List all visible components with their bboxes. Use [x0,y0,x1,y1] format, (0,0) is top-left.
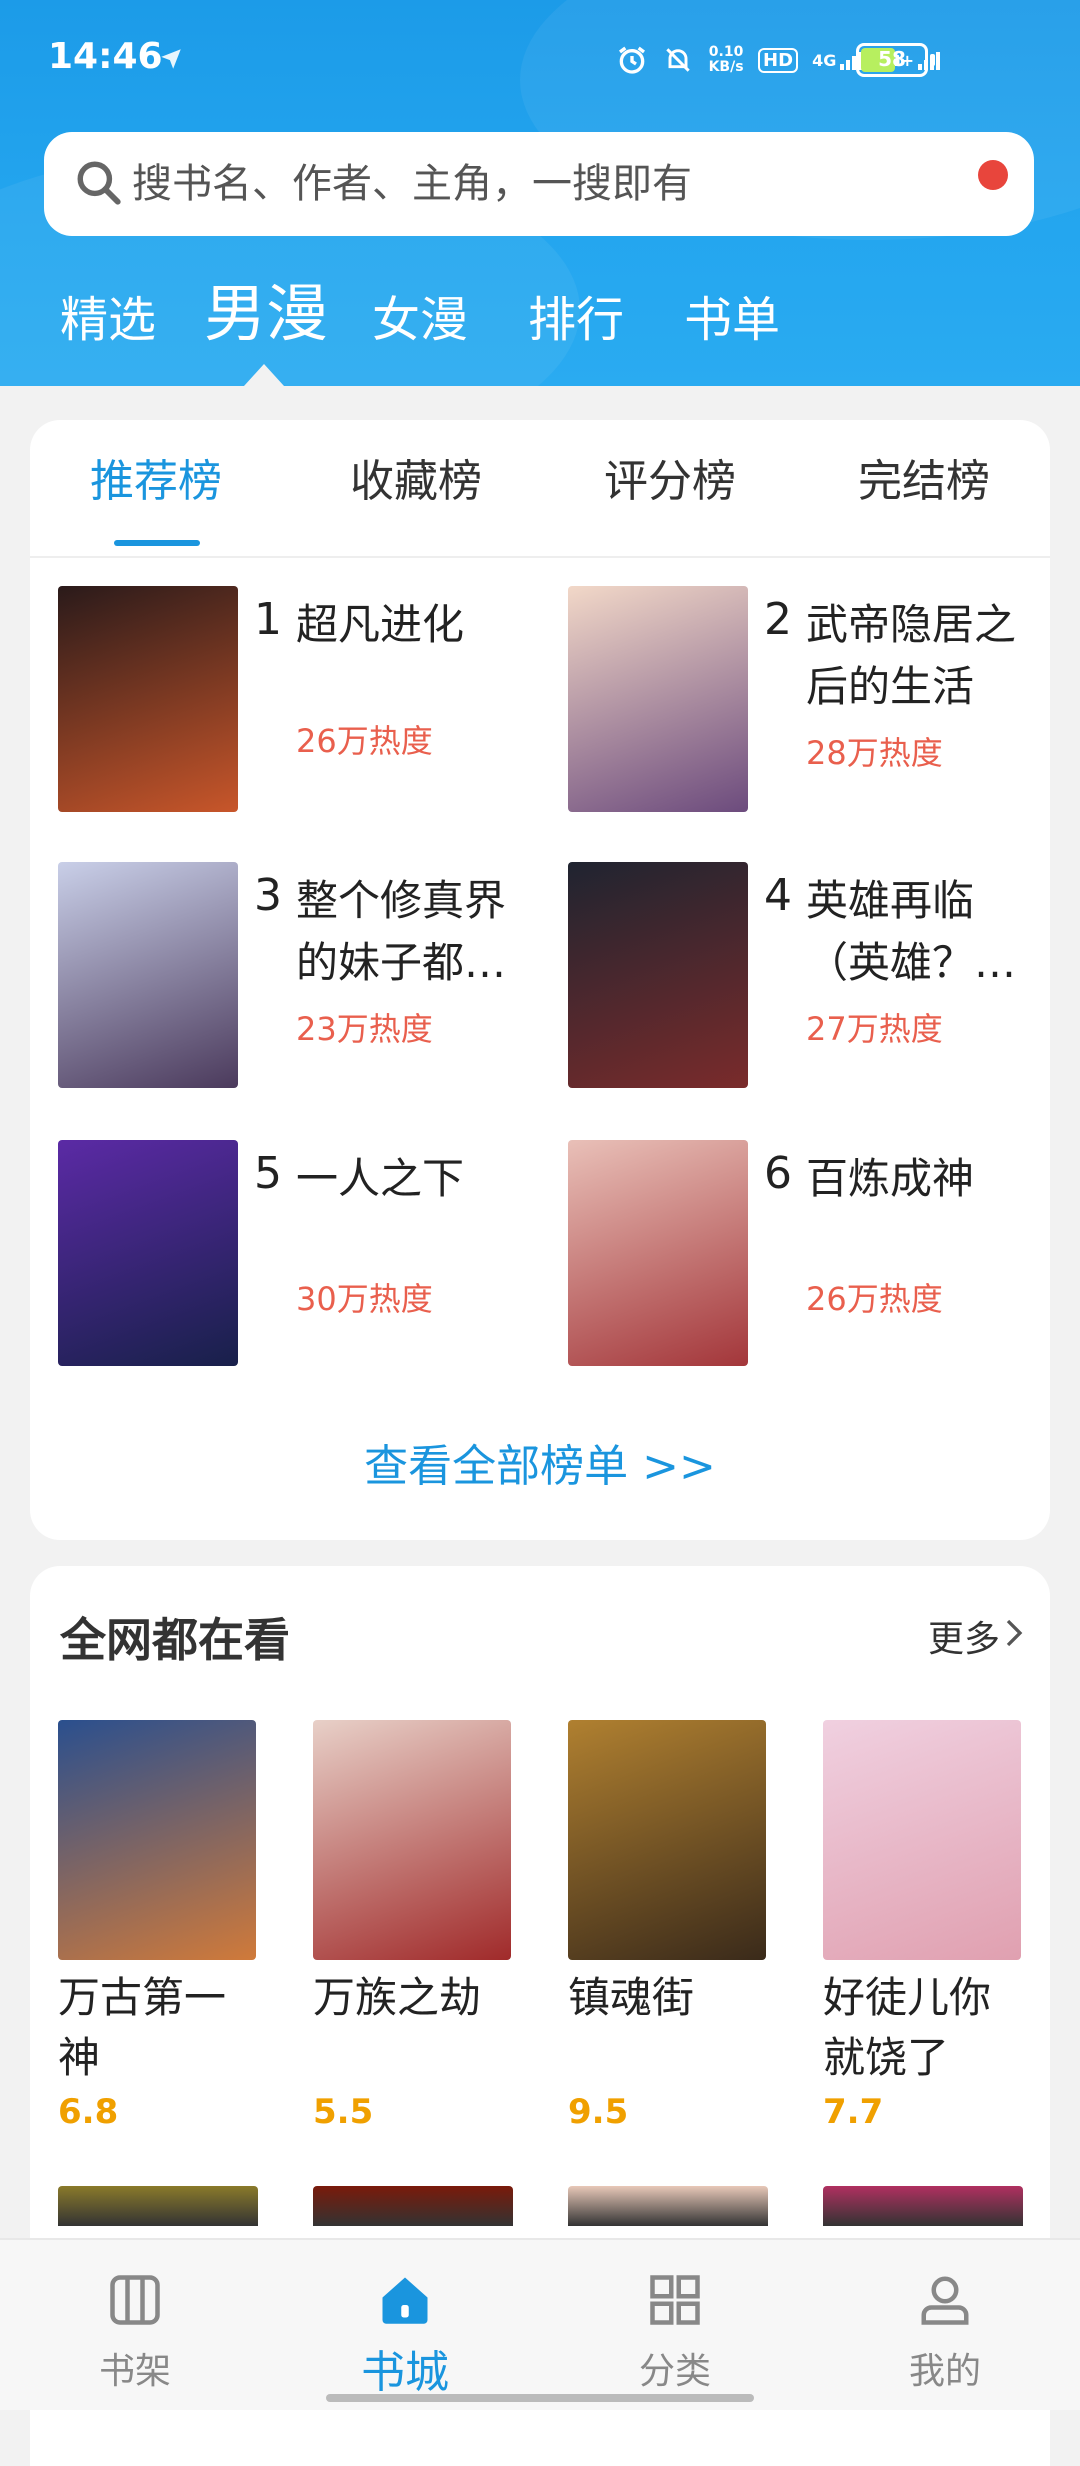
rank-number: 5 [254,1148,282,1199]
status-bar: 14:46 0.10 KB/s HD 4G 4G+ 58 [0,0,1080,120]
nav-bookshelf[interactable]: 书架 [0,2240,270,2410]
tab-female-comics[interactable]: 女漫 [372,280,468,360]
book-title: 整个修真界的妹子都… [296,876,507,987]
rank-number: 2 [764,594,792,645]
book-cover [823,1720,1021,1960]
more-link[interactable]: 更多 [928,1610,1000,1662]
nav-label: 书架 [98,2351,171,2392]
home-indicator [326,2394,754,2402]
rank-item[interactable]: 4 英雄再临（英雄？… 27万热度 [568,862,1048,1088]
book-cover [568,1720,766,1960]
nav-profile[interactable]: 我的 [810,2240,1080,2410]
net-speed: 0.10 KB/s [708,44,744,75]
rank-number: 3 [254,870,282,921]
book-cover-partial[interactable] [58,2186,258,2226]
book-heat: 23万热度 [296,1010,433,1048]
tab-underline [114,540,200,546]
rank-item[interactable]: 6 百炼成神 26万热度 [568,1140,1048,1366]
nav-category[interactable]: 分类 [540,2240,810,2410]
book-score: 9.5 [568,2092,629,2132]
book-card[interactable]: 万古第一神 6.8 [58,1720,258,2132]
book-title: 百炼成神 [806,1154,975,1203]
tab-male-comics[interactable]: 男漫 [204,274,328,354]
tab-score-rank[interactable]: 评分榜 [604,450,736,514]
book-score: 5.5 [313,2092,374,2132]
rank-number: 6 [764,1148,792,1199]
book-cover [568,862,748,1088]
notification-dot [978,160,1008,190]
book-title: 万族之劫 [313,1973,482,2022]
signal-label: 4G [812,50,837,70]
tab-featured[interactable]: 精选 [60,280,156,360]
ranking-tabs: 推荐榜 收藏榜 评分榜 完结榜 [30,420,1050,558]
rank-item[interactable]: 2 武帝隐居之后的生活 28万热度 [568,586,1048,812]
book-card[interactable]: 镇魂街 9.5 [568,1720,768,2132]
tab-booklist[interactable]: 书单 [684,280,780,360]
book-title: 超凡进化 [296,600,465,649]
book-cover [568,586,748,812]
top-tabs: 精选 男漫 女漫 排行 书单 [0,277,1080,360]
book-heat: 26万热度 [806,1280,943,1318]
tab-ranking[interactable]: 排行 [528,280,624,360]
bookshelf-icon [110,2275,160,2325]
book-heat: 26万热度 [296,722,433,760]
view-all-rankings-link[interactable]: 查看全部榜单 >> [30,1430,1050,1494]
header: 14:46 0.10 KB/s HD 4G 4G+ 58 搜书名、作者、主角，一… [0,0,1080,386]
tab-completed-rank[interactable]: 完结榜 [858,450,990,514]
battery-level: 58 [878,47,906,71]
book-card[interactable]: 好徒儿你就饶了为… 7.7 [823,1720,1023,2132]
book-cover [58,1720,256,1960]
section-title: 全网都在看 [60,1613,290,1667]
nav-label: 书城 [361,2347,449,2398]
profile-icon [921,2276,969,2325]
home-icon [382,2277,428,2324]
chevron-right-icon[interactable] [1004,1618,1024,1648]
book-title: 武帝隐居之后的生活 [806,600,1017,711]
rank-number: 4 [764,870,792,921]
rank-item[interactable]: 5 一人之下 30万热度 [58,1140,538,1366]
nav-bookstore[interactable]: 书城 [270,2240,540,2410]
tab-recommend-rank[interactable]: 推荐榜 [90,450,222,514]
book-cover-partial[interactable] [313,2186,513,2226]
rank-item[interactable]: 1 超凡进化 26万热度 [58,586,538,812]
book-title: 一人之下 [296,1154,465,1203]
book-heat: 27万热度 [806,1010,943,1048]
battery-icon: 58 [856,43,935,77]
location-arrow-icon [161,49,181,69]
mute-bell-icon [666,48,690,72]
tab-favorite-rank[interactable]: 收藏榜 [350,450,482,514]
ranking-card: 推荐榜 收藏榜 评分榜 完结榜 1 超凡进化 26万热度 2 武帝隐居之后的生活… [30,420,1050,1540]
book-title: 英雄再临（英雄？… [806,876,1017,987]
book-card[interactable]: 万族之劫 5.5 [313,1720,513,2132]
signal-4g: 4G [812,50,863,70]
book-cover-partial[interactable] [568,2186,768,2226]
bottom-nav: 书架 书城 分类 我的 [0,2238,1080,2410]
nav-label: 我的 [908,2351,981,2392]
status-time: 14:46 [48,36,163,77]
rank-number: 1 [254,594,282,645]
search-placeholder: 搜书名、作者、主角，一搜即有 [132,161,692,207]
book-cover [58,586,238,812]
search-bar[interactable]: 搜书名、作者、主角，一搜即有 [44,132,1034,236]
category-icon [650,2275,700,2325]
book-cover [313,1720,511,1960]
book-title: 好徒儿你就饶了为… [823,1973,992,2082]
alarm-icon [619,46,646,74]
book-cover-partial[interactable] [823,2186,1023,2226]
book-title: 镇魂街 [568,1973,695,2022]
active-tab-indicator [244,364,284,386]
book-heat: 30万热度 [296,1280,433,1318]
book-cover [58,862,238,1088]
book-score: 7.7 [823,2092,884,2132]
nav-label: 分类 [638,2351,711,2392]
hd-badge: HD [758,47,799,73]
book-heat: 28万热度 [806,734,943,772]
book-title: 万古第一神 [58,1973,227,2082]
search-icon [77,161,121,205]
book-score: 6.8 [58,2092,119,2132]
book-cover [568,1140,748,1366]
rank-item[interactable]: 3 整个修真界的妹子都… 23万热度 [58,862,538,1088]
book-cover [58,1140,238,1366]
